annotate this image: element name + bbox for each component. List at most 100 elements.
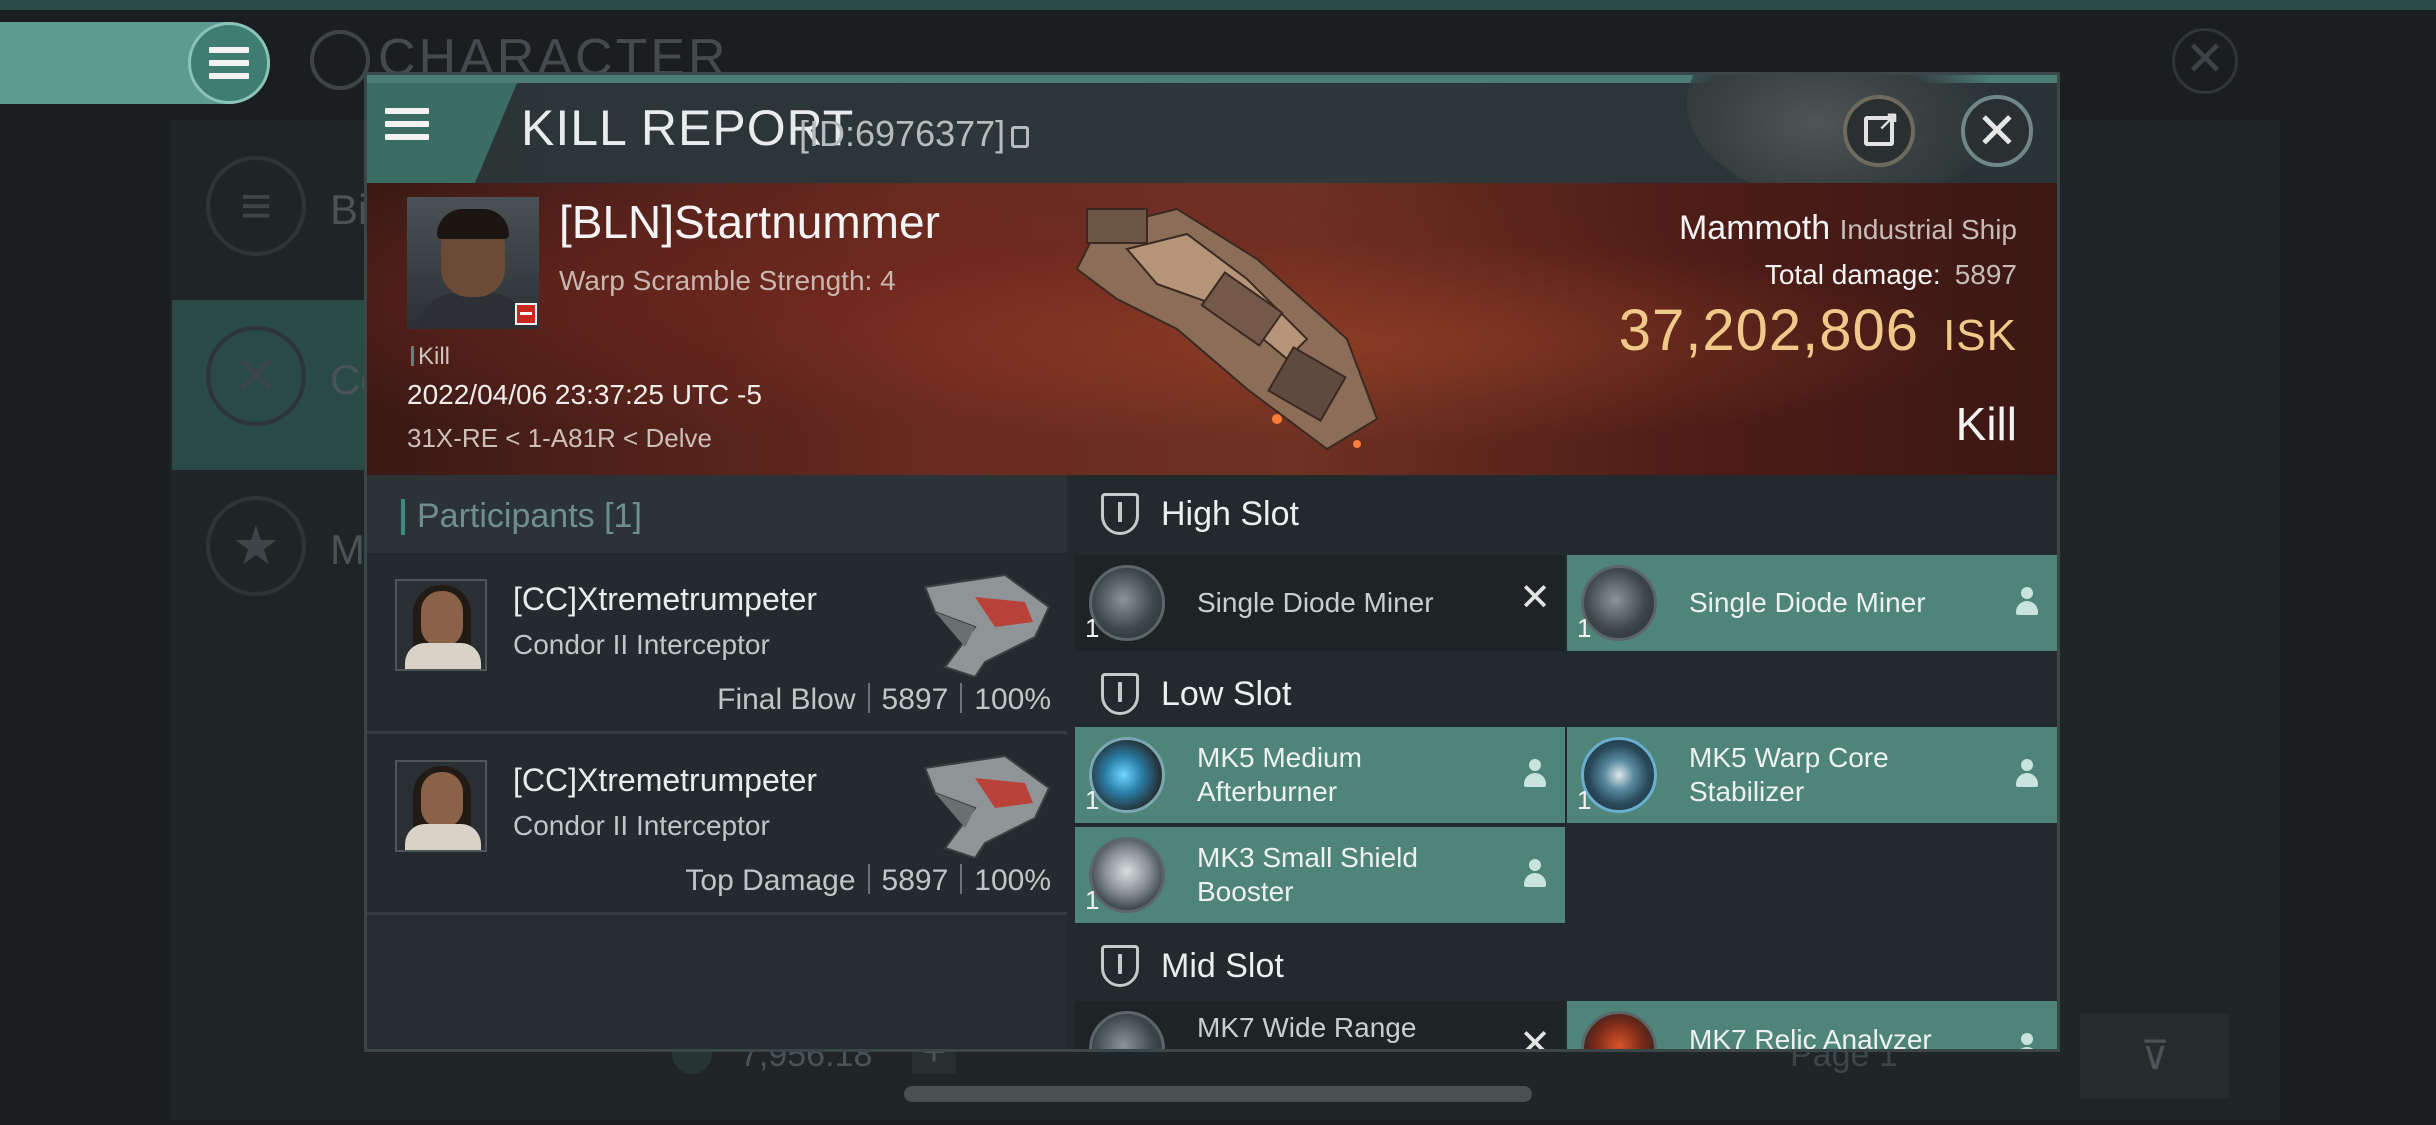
mid-slot-label: Mid Slot: [1161, 947, 1284, 985]
bg-close-icon[interactable]: ✕: [2172, 28, 2238, 94]
miner-icon: [1089, 565, 1165, 641]
close-button[interactable]: ✕: [1961, 95, 2033, 167]
menu-icon: [385, 108, 429, 140]
participant-role: Top Damage: [685, 864, 856, 897]
participants-panel: Participants [1] [CC]Xtremetrumpeter Con…: [367, 475, 1067, 1049]
participants-header-label: Participants [1]: [417, 497, 642, 535]
ship-class: Industrial Ship: [1839, 214, 2017, 245]
kill-id[interactable]: [ID:6976377]: [799, 113, 1030, 155]
crossed-swords-icon: ✕: [206, 326, 306, 426]
module-item[interactable]: 1 MK5 Medium Afterburner: [1075, 727, 1565, 823]
fitting-panel: High Slot 1 Single Diode Miner ✕ 1 Singl…: [1075, 475, 2057, 1052]
star-icon: ★: [206, 496, 306, 596]
standing-minus-icon: [515, 303, 537, 325]
module-qty: 1: [1085, 885, 1100, 915]
ship-name[interactable]: Mammoth Industrial Ship: [1679, 209, 2017, 248]
module-qty: 1: [1085, 613, 1100, 643]
kill-id-label: [ID:6976377]: [799, 113, 1006, 154]
participant-name: [CC]Xtremetrumpeter: [513, 581, 818, 617]
miner-icon: [1581, 565, 1657, 641]
victim-name[interactable]: [BLN]Startnummer: [559, 195, 940, 249]
bg-sidebar-item-bio[interactable]: ≡ Bi: [172, 130, 372, 300]
module-name: MK5 Medium Afterburner: [1197, 742, 1362, 807]
ship-name-label: Mammoth: [1678, 209, 1831, 247]
shield-booster-icon: [1089, 837, 1165, 913]
person-icon: [2015, 1033, 2039, 1049]
mid-slot-icon: [1101, 945, 1139, 987]
module-item[interactable]: 1 MK5 Warp Core Stabilizer: [1567, 727, 2057, 823]
total-damage: Total damage: 5897: [1765, 259, 2017, 291]
isk-unit: ISK: [1943, 311, 2017, 360]
participant-ship-image: [923, 754, 1051, 858]
participant-ship: Condor II Interceptor: [513, 810, 770, 841]
low-slot-icon: [1101, 673, 1139, 715]
module-qty: 1: [1577, 613, 1592, 643]
high-slot-header: High Slot: [1075, 475, 2057, 553]
bg-sidebar-item-medals[interactable]: ★ Me: [172, 470, 388, 640]
module-item[interactable]: 1 MK3 Small Shield Booster: [1075, 827, 1565, 923]
person-icon: [2015, 587, 2039, 617]
participant-row[interactable]: [CC]Xtremetrumpeter Condor II Intercepto…: [367, 553, 1067, 734]
bg-sidebar-item-combat[interactable]: ✕ Co: [172, 300, 384, 470]
participant-damage: 5897: [881, 864, 949, 897]
isk-amount: 37,202,806: [1618, 298, 1920, 363]
participant-percent: 100%: [974, 683, 1051, 716]
module-item[interactable]: 1 MK7 Wide Range ✕: [1075, 1001, 1565, 1052]
participant-name: [CC]Xtremetrumpeter: [513, 762, 818, 798]
module-item[interactable]: 1 MK7 Relic Analyzer: [1567, 1001, 2057, 1052]
destroyed-icon: ✕: [1519, 577, 1551, 619]
share-icon: [1864, 104, 1900, 146]
low-slot-label: Low Slot: [1161, 675, 1292, 713]
module-name: MK3 Small Shield Booster: [1197, 842, 1418, 907]
warp-core-stabilizer-icon: [1581, 737, 1657, 813]
high-slot-icon: [1101, 493, 1139, 535]
module-qty: 1: [1085, 785, 1100, 815]
mid-slot-header: Mid Slot: [1075, 927, 2057, 1005]
kill-report-dialog: KILL REPORT [ID:6976377] ✕ [BLN]Startnum…: [364, 72, 2060, 1052]
total-damage-value: 5897: [1954, 259, 2017, 290]
low-slot-header: Low Slot: [1075, 655, 2057, 733]
participant-role: Final Blow: [717, 683, 856, 716]
bg-sidebar-label: Bi: [330, 186, 368, 233]
participant-avatar[interactable]: [395, 760, 487, 852]
module-name: Single Diode Miner: [1689, 587, 1926, 618]
bg-sidebar: ≡ Bi ✕ Co ★ Me: [172, 130, 388, 690]
module-name: MK7 Relic Analyzer: [1689, 1024, 1932, 1052]
relic-analyzer-icon: [1581, 1011, 1657, 1049]
total-damage-label: Total damage:: [1764, 259, 1941, 290]
module-name: MK5 Warp Core Stabilizer: [1689, 742, 1889, 807]
isk-value: 37,202,806 ISK: [1619, 297, 2017, 364]
scanner-icon: [1089, 1011, 1165, 1049]
home-indicator[interactable]: [904, 1086, 1532, 1102]
participant-stats: Top Damage 5897 100%: [685, 864, 1051, 898]
share-button[interactable]: [1843, 95, 1915, 167]
module-qty: 1: [1577, 785, 1592, 815]
afterburner-icon: [1089, 737, 1165, 813]
participant-row[interactable]: [CC]Xtremetrumpeter Condor II Intercepto…: [367, 734, 1067, 915]
participant-percent: 100%: [974, 864, 1051, 897]
module-item[interactable]: 1 Single Diode Miner: [1567, 555, 2057, 651]
person-icon: [2015, 759, 2039, 789]
participant-ship: Condor II Interceptor: [513, 629, 770, 660]
destroyed-icon: ✕: [1519, 1023, 1551, 1052]
kill-location[interactable]: 31X-RE < 1-A81R < Delve: [407, 423, 712, 454]
victim-banner: [BLN]Startnummer Warp Scramble Strength:…: [367, 183, 2057, 475]
copy-icon[interactable]: [1011, 126, 1030, 148]
participant-stats: Final Blow 5897 100%: [717, 683, 1051, 717]
kill-datetime: 2022/04/06 23:37:25 UTC -5: [407, 379, 762, 410]
module-name: Single Diode Miner: [1197, 587, 1434, 618]
menu-icon: [209, 47, 249, 79]
participant-damage: 5897: [881, 683, 949, 716]
participant-avatar[interactable]: [395, 579, 487, 671]
victim-ship-image: [1075, 207, 1379, 451]
module-item[interactable]: 1 Single Diode Miner ✕: [1075, 555, 1565, 651]
module-name: MK7 Wide Range: [1197, 1012, 1417, 1043]
filter-icon[interactable]: ⊽: [2080, 1014, 2230, 1098]
top-strip: [0, 0, 2436, 10]
person-icon: [1523, 859, 1547, 889]
bg-menu-button[interactable]: [188, 22, 270, 104]
list-icon: ≡: [206, 156, 306, 256]
character-icon: [310, 30, 370, 90]
person-icon: [1523, 759, 1547, 789]
kill-tag: Kill: [411, 343, 450, 371]
